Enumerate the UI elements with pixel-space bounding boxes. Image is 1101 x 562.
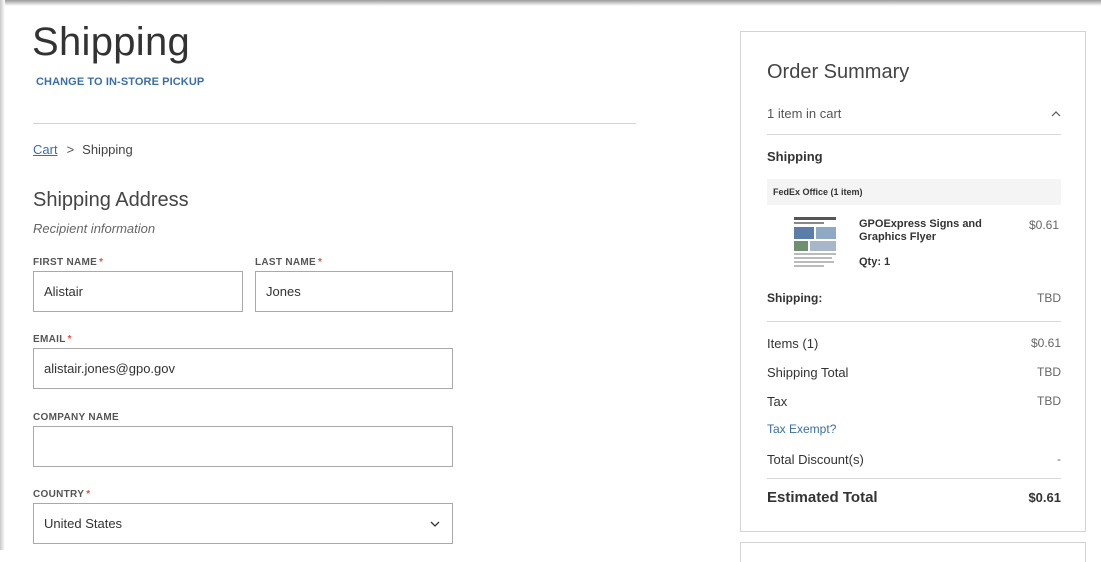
company-name-input[interactable] <box>33 426 453 467</box>
total-discount-row: Total Discount(s) - <box>767 452 1061 467</box>
window-left-shadow <box>0 0 5 550</box>
required-marker: * <box>318 257 323 268</box>
recipient-info-subheading: Recipient information <box>33 221 156 236</box>
divider <box>767 134 1061 135</box>
shipping-row: Shipping: TBD <box>767 291 1061 305</box>
order-summary-title: Order Summary <box>767 61 910 83</box>
country-select[interactable]: United States <box>33 503 453 544</box>
product-thumbnail <box>791 215 839 273</box>
chevron-down-icon <box>430 521 440 527</box>
divider <box>767 321 1061 322</box>
company-name-label: COMPANY NAME <box>33 412 120 423</box>
tax-exempt-link[interactable]: Tax Exempt? <box>767 422 836 436</box>
last-name-input[interactable] <box>255 271 453 312</box>
item-name: GPOExpress Signs and Graphics Flyer <box>859 218 982 243</box>
breadcrumb-current: Shipping <box>82 142 133 157</box>
header-divider <box>33 123 636 124</box>
shipping-total-row: Shipping Total TBD <box>767 365 1061 380</box>
required-marker: * <box>67 334 72 345</box>
breadcrumb-cart-link[interactable]: Cart <box>33 142 58 157</box>
cart-item-count: 1 item in cart <box>767 106 842 121</box>
country-label: COUNTRY * <box>33 489 91 500</box>
last-name-label: LAST NAME * <box>255 257 323 268</box>
page-title: Shipping <box>32 20 191 64</box>
tax-row: Tax TBD <box>767 394 1061 409</box>
breadcrumb: Cart > Shipping <box>33 142 133 157</box>
cart-toggle[interactable]: 1 item in cart <box>767 106 1061 121</box>
shipping-address-heading: Shipping Address <box>33 189 189 211</box>
chevron-up-icon <box>1051 110 1061 116</box>
item-quantity: Qty: 1 <box>859 256 891 268</box>
country-select-value: United States <box>44 516 123 531</box>
first-name-input[interactable] <box>33 271 243 312</box>
required-marker: * <box>99 257 104 268</box>
breadcrumb-separator-icon: > <box>66 142 75 157</box>
email-label: EMAIL * <box>33 334 72 345</box>
vendor-group-header: FedEx Office (1 item) <box>767 179 1061 205</box>
required-marker: * <box>86 489 91 500</box>
items-subtotal-row: Items (1) $0.61 <box>767 336 1061 351</box>
divider <box>767 478 1061 479</box>
order-summary-panel: Order Summary 1 item in cart Shipping Fe… <box>740 31 1086 532</box>
change-to-in-store-pickup-link[interactable]: CHANGE TO IN-STORE PICKUP <box>36 76 204 88</box>
email-input[interactable] <box>33 348 453 389</box>
summary-shipping-heading: Shipping <box>767 149 823 164</box>
next-panel-edge <box>740 542 1086 562</box>
window-top-shadow <box>0 0 1101 6</box>
item-price: $0.61 <box>1028 218 1059 232</box>
first-name-label: FIRST NAME * <box>33 257 104 268</box>
estimated-total-row: Estimated Total $0.61 <box>767 489 1061 506</box>
